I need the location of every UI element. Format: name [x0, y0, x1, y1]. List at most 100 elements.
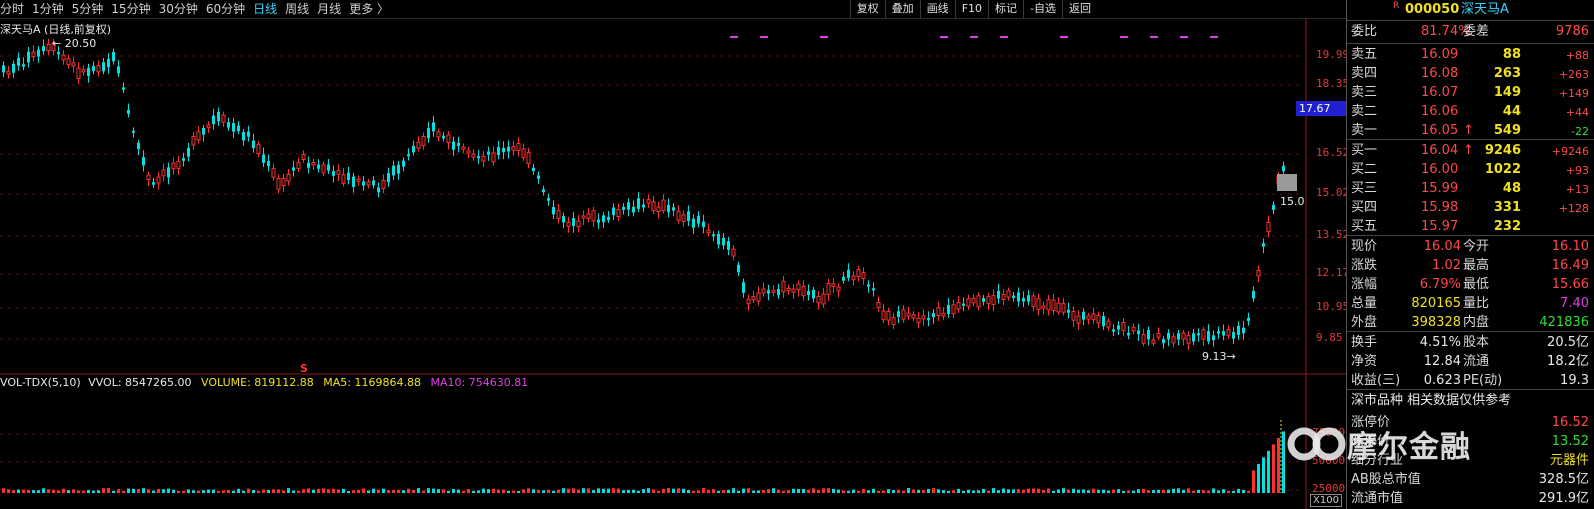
- tab-period-3[interactable]: 15分钟: [111, 0, 150, 18]
- candle: [311, 158, 316, 170]
- volume-bar: [1057, 489, 1060, 493]
- candle: [446, 130, 451, 150]
- candle: [156, 171, 161, 190]
- candle: [881, 304, 886, 324]
- candle: [61, 50, 66, 65]
- candle: [502, 141, 505, 160]
- candle: [532, 163, 535, 176]
- volume-bar: [952, 490, 955, 493]
- candle: [1151, 333, 1156, 347]
- volume-bar: [267, 489, 270, 493]
- candle: [31, 45, 36, 62]
- volume-bar: [507, 490, 510, 493]
- volume-bar: [247, 488, 250, 493]
- candle: [1256, 265, 1261, 283]
- candle: [267, 154, 270, 172]
- candle: [487, 146, 490, 161]
- tab-period-8[interactable]: 月线: [317, 0, 341, 18]
- tool-button-1[interactable]: 叠加: [884, 0, 920, 18]
- tab-period-9[interactable]: 更多 〉: [349, 0, 389, 18]
- volume-bar: [732, 488, 735, 493]
- volume-bar: [422, 490, 425, 493]
- volume-bar: [982, 488, 985, 493]
- tab-period-7[interactable]: 周线: [285, 0, 309, 18]
- tool-button-6[interactable]: 返回: [1062, 0, 1097, 18]
- candle: [1171, 332, 1176, 348]
- candle: [697, 211, 700, 228]
- volume-bar: [607, 488, 610, 493]
- volume-bar: [802, 489, 805, 493]
- candle: [1102, 311, 1105, 330]
- candle: [731, 245, 736, 261]
- tool-button-2[interactable]: 画线: [919, 0, 955, 18]
- tool-button-4[interactable]: 标记: [988, 0, 1023, 18]
- candle: [637, 191, 640, 213]
- volume-bar: [122, 490, 125, 493]
- candle: [1106, 318, 1111, 331]
- candle: [1156, 327, 1161, 341]
- kline-chart-area[interactable]: [0, 18, 1346, 509]
- volume-bar: [447, 490, 450, 493]
- fundamental-row: 净资 12.84 流通 18.2亿: [1351, 352, 1591, 371]
- fund-value: 18.2亿: [1547, 354, 1589, 369]
- volume-bar: [692, 490, 695, 493]
- volume-bar: [77, 490, 80, 493]
- quote-label: 涨幅: [1351, 277, 1378, 292]
- volume-bar: [682, 488, 685, 493]
- candle: [247, 125, 250, 142]
- volume-bar: [832, 488, 835, 493]
- volume-bar: [617, 488, 620, 493]
- price-tick: 16.52: [1316, 146, 1350, 159]
- candle: [547, 193, 550, 206]
- candle: [1096, 311, 1101, 329]
- candle: [432, 116, 435, 137]
- tab-period-0[interactable]: 分时: [0, 0, 24, 18]
- volume-bar: [1227, 490, 1230, 493]
- tab-period-1[interactable]: 1分钟: [32, 0, 64, 18]
- volume-bar: [87, 489, 90, 493]
- candle: [427, 121, 430, 143]
- extra-label: 流通市值: [1351, 491, 1404, 506]
- tool-button-3[interactable]: F10: [954, 0, 988, 18]
- volume-bar: [332, 488, 335, 493]
- volume-bar: [372, 488, 375, 493]
- bid-row: 买三 15.99 48 +13: [1351, 179, 1591, 198]
- candle: [457, 136, 460, 153]
- price-tick: 15.02: [1316, 186, 1350, 199]
- bid-change: +13: [1565, 183, 1589, 196]
- weicha-value: 9786: [1555, 24, 1589, 39]
- volume-bar: [357, 489, 360, 493]
- volume-bar: [727, 489, 730, 493]
- period-toolbar: 分时 1分钟 5分钟 15分钟 30分钟 60分钟 日线 周线 月线 更多 〉 复权 叠加 画线 F10…: [0, 0, 1346, 19]
- volume-bar: [962, 490, 965, 493]
- volume-bar: [1142, 488, 1145, 493]
- volume-bar: [297, 490, 300, 493]
- volume-bar: [772, 488, 775, 493]
- candle: [1027, 289, 1030, 306]
- section-title: 深市品种 相关数据仅供参考: [1351, 391, 1591, 410]
- volume-bar: [137, 489, 140, 493]
- stock-code: 000050: [1405, 2, 1460, 17]
- candle: [867, 280, 870, 293]
- volume-bar: [847, 490, 850, 493]
- quote-value: 16.04: [1423, 239, 1461, 254]
- volume-bar: [1152, 490, 1155, 493]
- volume-bar: [487, 489, 490, 493]
- tool-button-5[interactable]: -自选: [1023, 0, 1062, 18]
- bid-change: +93: [1565, 164, 1589, 177]
- tab-period-4[interactable]: 30分钟: [159, 0, 198, 18]
- volume-bar: [272, 489, 275, 493]
- candle: [307, 156, 310, 174]
- tool-button-0[interactable]: 复权: [849, 0, 885, 18]
- candle: [1022, 291, 1025, 308]
- candle: [212, 108, 215, 130]
- tab-period-5[interactable]: 60分钟: [206, 0, 245, 18]
- ask-label: 卖三: [1351, 85, 1378, 100]
- volume-bar: [1052, 490, 1055, 493]
- tab-period-6[interactable]: 日线: [253, 0, 277, 18]
- candle: [842, 271, 845, 284]
- candle: [632, 200, 635, 217]
- candle: [1147, 326, 1150, 346]
- tab-period-2[interactable]: 5分钟: [72, 0, 104, 18]
- bid-label: 买五: [1351, 219, 1378, 234]
